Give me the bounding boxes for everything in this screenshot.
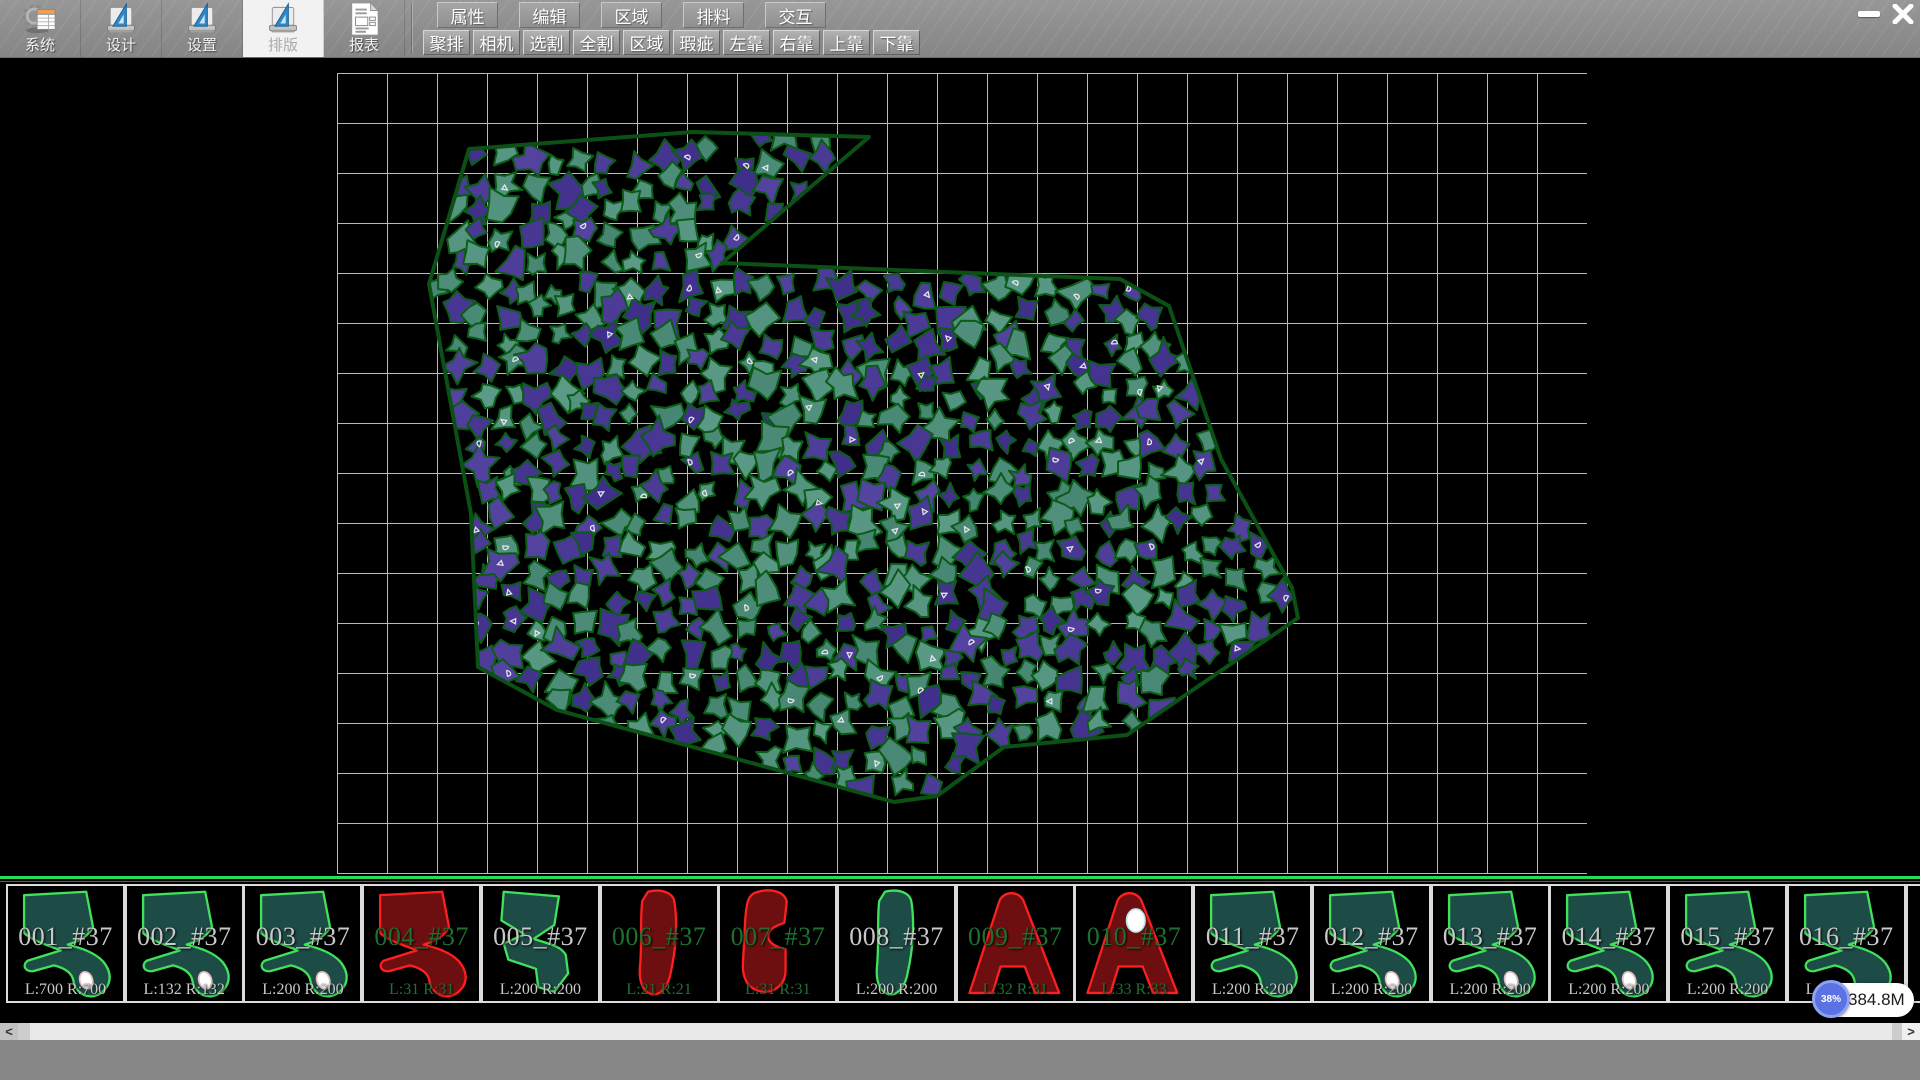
menu-tab-1[interactable]: 属性 bbox=[437, 2, 498, 28]
tool-button-8[interactable]: 右靠 bbox=[773, 30, 820, 55]
tool-button-2[interactable]: 相机 bbox=[473, 30, 520, 55]
piece-shape bbox=[1433, 886, 1548, 1001]
main-button-bar: 系统 设计 设置 排版 报表 bbox=[0, 0, 405, 57]
menu-tab-row: 属性编辑区域排料交互 bbox=[437, 2, 826, 28]
system-gear-icon bbox=[21, 1, 59, 37]
settings-setsquare-icon bbox=[184, 1, 220, 37]
main-button-4[interactable]: 排版 bbox=[243, 0, 324, 57]
memory-value: 384.8M bbox=[1848, 983, 1908, 1017]
parts-strip: 001_#37L:700 R:700002_#37L:132 R:132003_… bbox=[0, 876, 1920, 1005]
memory-status-badge: 384.8M 38% bbox=[1812, 979, 1914, 1020]
main-button-5[interactable]: 报表 bbox=[324, 0, 405, 57]
tool-button-7[interactable]: 左靠 bbox=[723, 30, 770, 55]
piece-shape bbox=[958, 886, 1073, 1001]
nesting-canvas[interactable] bbox=[337, 73, 1587, 874]
piece-shape bbox=[1670, 886, 1785, 1001]
thumbnail-cell-13[interactable]: 013_#37L:200 R:200 bbox=[1431, 884, 1550, 1003]
piece-shape bbox=[839, 886, 954, 1001]
tool-button-row: 聚排相机选割全割区域瑕疵左靠右靠上靠下靠 bbox=[423, 30, 920, 55]
tool-button-1[interactable]: 聚排 bbox=[423, 30, 470, 55]
tool-button-5[interactable]: 区域 bbox=[623, 30, 670, 55]
main-button-1[interactable]: 系统 bbox=[0, 0, 81, 57]
thumbnail-cell-1[interactable]: 001_#37L:700 R:700 bbox=[6, 884, 125, 1003]
thumbnail-cell-5[interactable]: 005_#37L:200 R:200 bbox=[481, 884, 600, 1003]
main-button-label: 设计 bbox=[106, 37, 136, 55]
piece-shape bbox=[1195, 886, 1310, 1001]
main-button-label: 系统 bbox=[25, 37, 55, 55]
window-controls bbox=[1858, 2, 1914, 26]
menu-tab-5[interactable]: 交互 bbox=[765, 2, 826, 28]
tool-button-9[interactable]: 上靠 bbox=[823, 30, 870, 55]
piece-shape bbox=[1076, 886, 1191, 1001]
thumbnail-cell-11[interactable]: 011_#37L:200 R:200 bbox=[1193, 884, 1312, 1003]
menu-tab-4[interactable]: 排料 bbox=[683, 2, 744, 28]
progress-circle: 38% bbox=[1812, 980, 1850, 1018]
piece-shape bbox=[1551, 886, 1666, 1001]
tool-button-4[interactable]: 全割 bbox=[573, 30, 620, 55]
nesting-setsquare-icon bbox=[265, 1, 301, 37]
main-button-3[interactable]: 设置 bbox=[162, 0, 243, 57]
toolbar-divider bbox=[412, 3, 413, 54]
strip-separator-line2 bbox=[0, 881, 1920, 882]
thumbnail-cell-12[interactable]: 012_#37L:200 R:200 bbox=[1312, 884, 1431, 1003]
menu-tab-2[interactable]: 编辑 bbox=[519, 2, 580, 28]
piece-shape bbox=[364, 886, 479, 1001]
thumbnail-cell-3[interactable]: 003_#37L:200 R:200 bbox=[243, 884, 362, 1003]
thumbnail-cell-8[interactable]: 008_#37L:200 R:200 bbox=[837, 884, 956, 1003]
thumbnail-cell-14[interactable]: 014_#37L:200 R:200 bbox=[1549, 884, 1668, 1003]
piece-shape bbox=[8, 886, 123, 1001]
thumbnail-cell-10[interactable]: 010_#37L:33 R:33 bbox=[1074, 884, 1193, 1003]
main-button-label: 排版 bbox=[268, 37, 298, 55]
horizontal-scrollbar[interactable]: < > bbox=[0, 1023, 1920, 1040]
piece-shape bbox=[483, 886, 598, 1001]
scroll-right-icon[interactable]: > bbox=[1902, 1023, 1920, 1040]
tool-button-6[interactable]: 瑕疵 bbox=[673, 30, 720, 55]
toolbar-ribbon: 系统设计设置排版报表 属性编辑区域排料交互 聚排相机选割全割区域瑕疵左靠右靠上靠… bbox=[0, 0, 1920, 58]
piece-shape bbox=[602, 886, 717, 1001]
minimize-icon[interactable] bbox=[1858, 11, 1880, 17]
tool-button-10[interactable]: 下靠 bbox=[873, 30, 920, 55]
report-document-icon bbox=[347, 1, 381, 37]
strip-separator-line bbox=[0, 876, 1920, 879]
thumbnail-cell-2[interactable]: 002_#37L:132 R:132 bbox=[125, 884, 244, 1003]
thumbnail-cell-9[interactable]: 009_#37L:32 R:31 bbox=[956, 884, 1075, 1003]
piece-shape bbox=[245, 886, 360, 1001]
main-button-label: 报表 bbox=[349, 37, 379, 55]
thumbnail-cell-6[interactable]: 006_#37L:21 R:21 bbox=[600, 884, 719, 1003]
scroll-left-icon[interactable]: < bbox=[0, 1023, 18, 1040]
window-bottom-bar bbox=[0, 1040, 1920, 1080]
close-icon[interactable] bbox=[1892, 4, 1914, 24]
menu-tab-3[interactable]: 区域 bbox=[601, 2, 662, 28]
design-setsquare-icon bbox=[103, 1, 139, 37]
thumbnail-cell-4[interactable]: 004_#37L:31 R:31 bbox=[362, 884, 481, 1003]
thumbnail-cell-15[interactable]: 015_#37L:200 R:200 bbox=[1668, 884, 1787, 1003]
piece-shape bbox=[720, 886, 835, 1001]
scrollbar-thumb[interactable] bbox=[30, 1023, 1892, 1040]
piece-shape bbox=[127, 886, 242, 1001]
piece-shape bbox=[1314, 886, 1429, 1001]
tool-button-3[interactable]: 选割 bbox=[523, 30, 570, 55]
main-button-2[interactable]: 设计 bbox=[81, 0, 162, 57]
thumbnail-cell-7[interactable]: 007_#37L:31 R:31 bbox=[718, 884, 837, 1003]
main-button-label: 设置 bbox=[187, 37, 217, 55]
